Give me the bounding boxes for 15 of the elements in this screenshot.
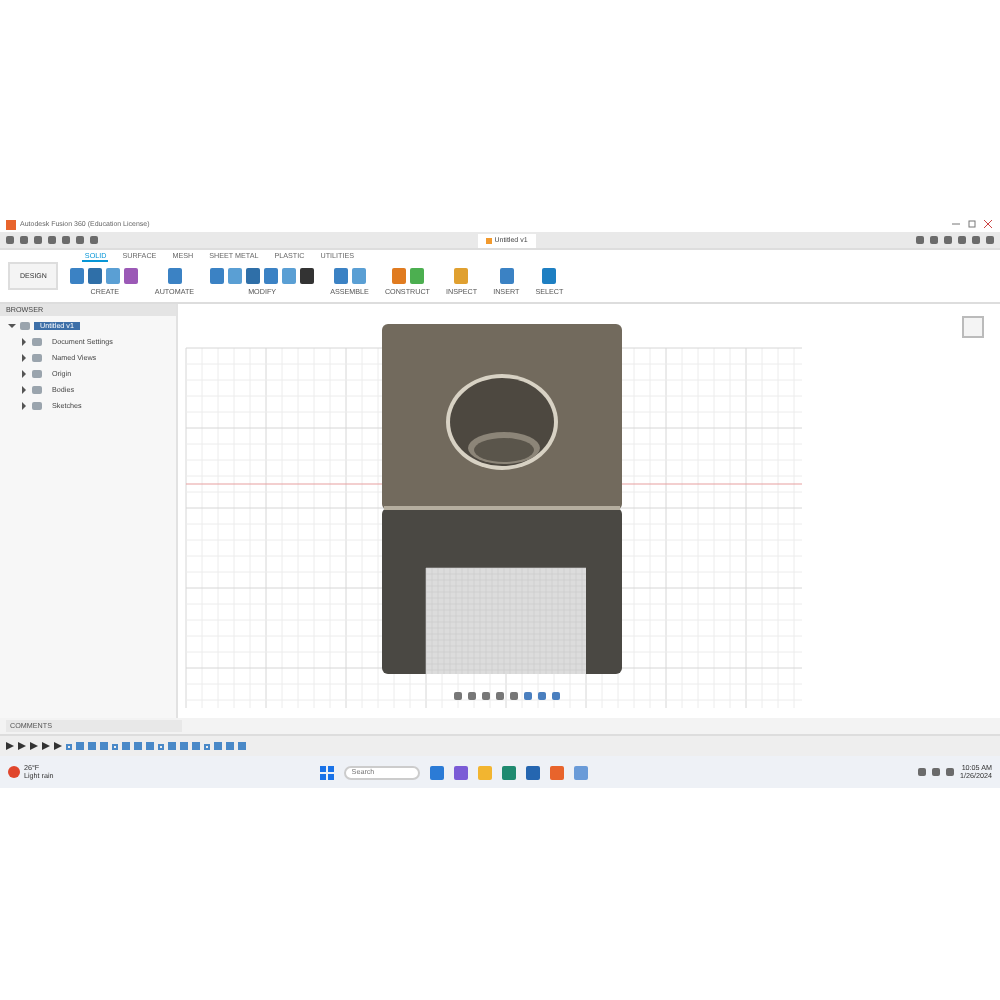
start-button[interactable] <box>319 765 334 779</box>
close-button[interactable] <box>982 220 994 228</box>
caret-icon[interactable] <box>20 353 28 361</box>
navigation-toolbar[interactable] <box>454 692 560 700</box>
caret-icon[interactable] <box>8 321 16 329</box>
caret-icon[interactable] <box>20 385 28 393</box>
weather-icon[interactable] <box>8 766 20 778</box>
view-cube[interactable] <box>962 316 984 338</box>
component-icon <box>20 321 30 329</box>
app-icon <box>6 219 16 229</box>
minimize-button[interactable] <box>950 220 962 228</box>
caret-icon[interactable] <box>20 401 28 409</box>
maximize-button[interactable] <box>966 220 978 228</box>
caret-icon[interactable] <box>20 337 28 345</box>
caret-icon[interactable] <box>20 369 28 377</box>
